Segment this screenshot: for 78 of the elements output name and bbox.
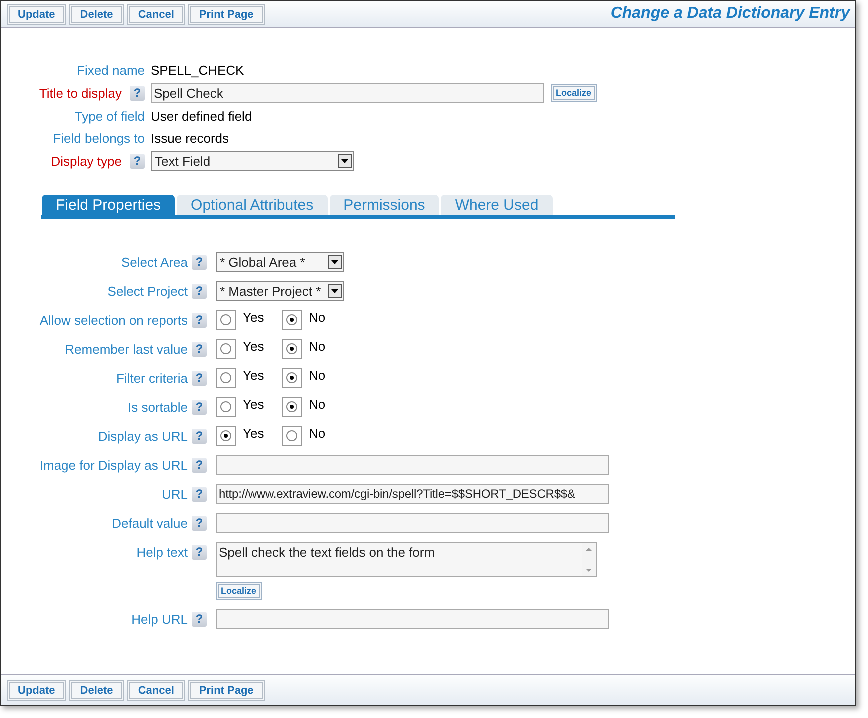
page-title: Change a Data Dictionary Entry xyxy=(610,5,850,23)
radio-button[interactable] xyxy=(216,339,236,359)
help-icon[interactable]: ? xyxy=(192,312,207,328)
tab[interactable]: Field Properties xyxy=(42,195,176,215)
toolbar-button[interactable]: Print Page xyxy=(188,680,265,700)
help-icon[interactable]: ? xyxy=(192,400,207,414)
toolbar-button[interactable]: Cancel xyxy=(127,680,186,700)
tab[interactable]: Permissions xyxy=(330,195,440,215)
radio-button[interactable] xyxy=(216,368,236,388)
field-label: Select Area xyxy=(122,254,188,270)
field-label: Type of field xyxy=(74,108,145,124)
help-icon[interactable]: ? xyxy=(130,154,145,168)
input-field[interactable] xyxy=(216,513,609,533)
tab[interactable]: Where Used xyxy=(441,195,553,215)
toolbar-button[interactable]: Cancel xyxy=(127,4,186,24)
input-field[interactable]: http://www.extraview.com/cgi-bin/spell?Title=$$SHORT_DESCR$$& xyxy=(216,484,609,504)
field-label: Help text xyxy=(136,544,188,560)
field-label: Filter criteria xyxy=(116,370,188,386)
help-icon[interactable]: ? xyxy=(192,370,207,386)
toolbar-button[interactable]: Print Page xyxy=(188,4,265,24)
radio-label: No xyxy=(309,339,326,355)
dropdown[interactable]: * Global Area * xyxy=(216,252,344,272)
radio-label: Yes xyxy=(243,426,264,442)
field-label: Display as URL xyxy=(98,428,188,444)
dropdown[interactable]: * Master Project * xyxy=(216,281,344,301)
field-label: Image for Display as URL xyxy=(40,458,188,472)
field-label: URL xyxy=(162,486,188,502)
tab[interactable]: Optional Attributes xyxy=(177,195,328,215)
field-value: Issue records xyxy=(151,130,230,146)
radio-button[interactable] xyxy=(282,339,302,359)
help-icon[interactable]: ? xyxy=(192,458,207,472)
input-field[interactable] xyxy=(216,609,609,629)
localize-button[interactable]: Localize xyxy=(216,582,262,600)
help-icon[interactable]: ? xyxy=(192,284,207,298)
toolbar-button[interactable]: Update xyxy=(7,4,66,24)
help-icon[interactable]: ? xyxy=(192,428,207,444)
field-label: Help URL xyxy=(132,612,188,626)
radio-label: No xyxy=(309,368,326,384)
help-icon[interactable]: ? xyxy=(192,254,207,270)
toolbar-button[interactable]: Delete xyxy=(69,4,124,24)
radio-button[interactable] xyxy=(282,397,302,417)
help-icon[interactable]: ? xyxy=(192,612,207,626)
field-value: SPELL_CHECK xyxy=(151,62,244,78)
field-label: Is sortable xyxy=(128,400,188,414)
field-label: Allow selection on reports xyxy=(40,312,188,328)
field-label: Display type xyxy=(51,154,122,168)
radio-label: Yes xyxy=(243,397,264,413)
field-label: Default value xyxy=(112,516,188,530)
radio-button[interactable] xyxy=(216,426,236,446)
toolbar-button[interactable]: Delete xyxy=(69,680,124,700)
field-label: Field belongs to xyxy=(53,130,145,146)
localize-button[interactable]: Localize xyxy=(551,84,597,102)
radio-label: No xyxy=(309,310,326,326)
help-icon[interactable]: ? xyxy=(130,86,145,100)
radio-label: No xyxy=(309,397,326,413)
dropdown[interactable]: Text Field xyxy=(151,151,354,171)
radio-button[interactable] xyxy=(216,397,236,417)
radio-button[interactable] xyxy=(282,426,302,446)
input-field[interactable]: Spell Check xyxy=(151,83,544,103)
help-icon[interactable]: ? xyxy=(192,516,207,530)
radio-label: No xyxy=(309,426,326,442)
radio-label: Yes xyxy=(243,368,264,384)
toolbar-button[interactable]: Update xyxy=(7,680,66,700)
field-label: Fixed name xyxy=(77,62,145,78)
help-icon[interactable]: ? xyxy=(192,544,207,560)
radio-button[interactable] xyxy=(282,368,302,388)
text-area[interactable]: Spell check the text fields on the form xyxy=(216,542,597,577)
input-field[interactable] xyxy=(216,455,609,475)
field-label: Select Project xyxy=(108,284,188,298)
radio-button[interactable] xyxy=(216,310,236,330)
field-label: Title to display xyxy=(39,86,122,100)
radio-label: Yes xyxy=(243,310,264,326)
help-icon[interactable]: ? xyxy=(192,486,207,502)
radio-button[interactable] xyxy=(282,310,302,330)
field-value: User defined field xyxy=(151,108,252,124)
help-icon[interactable]: ? xyxy=(192,342,207,356)
radio-label: Yes xyxy=(243,339,264,355)
field-label: Remember last value xyxy=(65,342,188,356)
